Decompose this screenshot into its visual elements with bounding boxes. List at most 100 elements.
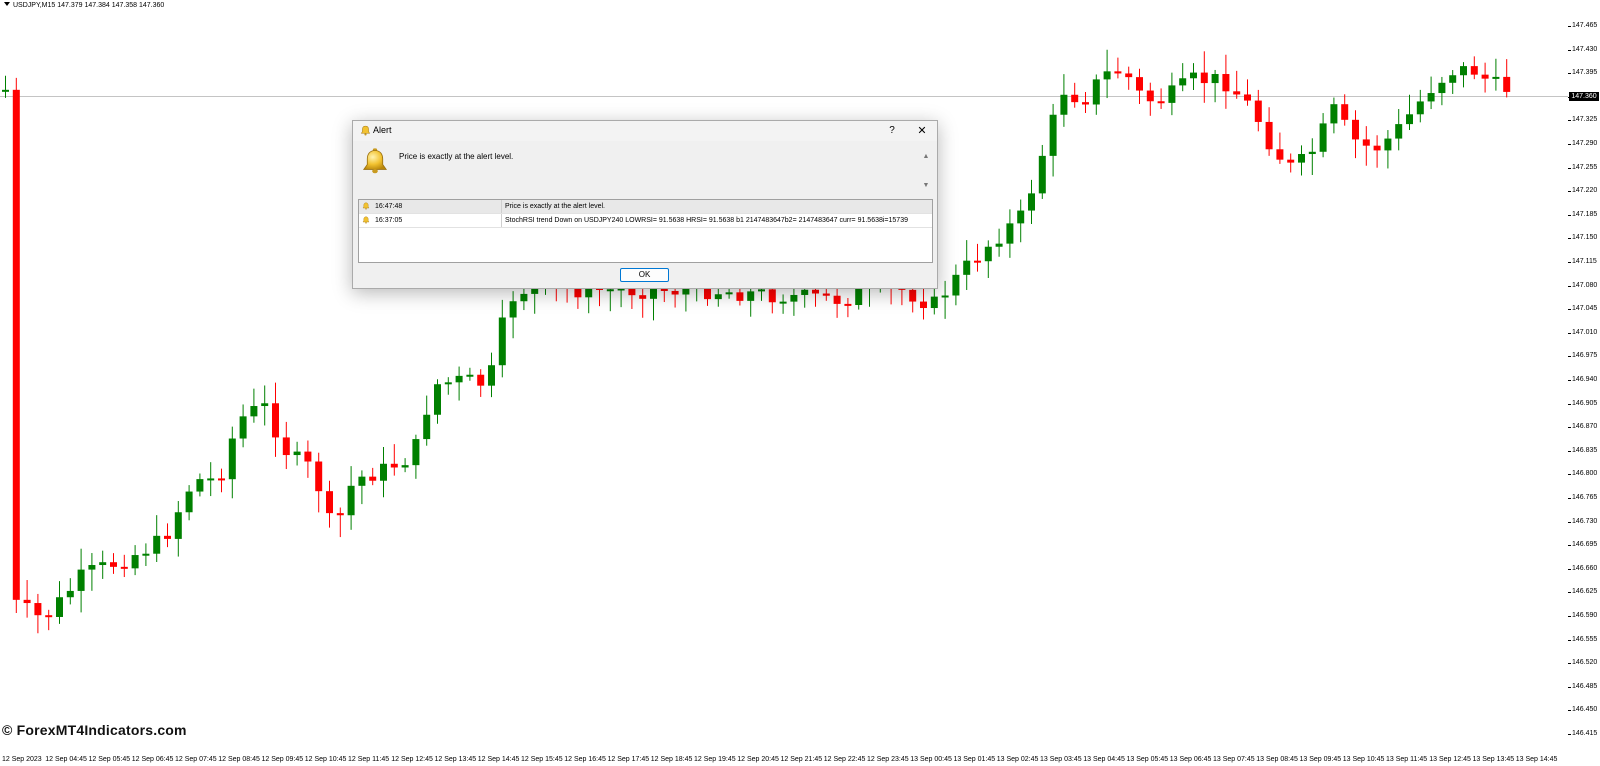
- candle: [261, 385, 269, 426]
- candle: [347, 466, 355, 530]
- candle: [239, 404, 247, 448]
- candle: [282, 421, 290, 470]
- candle: [293, 441, 301, 466]
- alert-dialog[interactable]: Alert ? ✕ Price is exactly at the alert …: [352, 120, 938, 289]
- price-tick-label: 146.870: [1568, 423, 1598, 431]
- candle: [185, 485, 193, 521]
- ok-button[interactable]: OK: [620, 268, 669, 282]
- candle: [1265, 107, 1273, 156]
- time-tick-label: 12 Sep 22:45: [823, 756, 866, 763]
- time-tick-label: 13 Sep 03:45: [1040, 756, 1082, 763]
- price-tick-label: 147.395: [1568, 69, 1598, 77]
- current-price-marker: 147.360: [1569, 91, 1599, 101]
- candle: [336, 507, 344, 538]
- candle: [1384, 130, 1392, 169]
- time-tick-label: 12 Sep 23:45: [867, 756, 909, 763]
- candle: [120, 554, 128, 578]
- time-tick-label: 13 Sep 14:45: [1515, 756, 1558, 763]
- chart-area[interactable]: USDJPY,M15 147.379 147.384 147.358 147.3…: [0, 0, 1568, 754]
- caret-down-icon[interactable]: [4, 2, 10, 6]
- candle: [952, 264, 960, 306]
- triangle-down-icon[interactable]: ▼: [921, 182, 931, 190]
- candle: [99, 550, 107, 579]
- candle: [1049, 103, 1057, 177]
- dialog-title: Alert: [373, 125, 392, 135]
- price-tick-label: 147.150: [1568, 234, 1598, 242]
- candle: [1254, 89, 1262, 132]
- alert-message: Price is exactly at the alert level.: [399, 152, 514, 161]
- candle: [1038, 144, 1046, 199]
- candle: [1330, 97, 1338, 134]
- price-tick-label: 146.730: [1568, 517, 1598, 525]
- watermark: © ForexMT4Indicators.com: [2, 722, 187, 738]
- alert-bell-icon: [362, 148, 388, 174]
- symbol-quote: USDJPY,M15 147.379 147.384 147.358 147.3…: [13, 2, 165, 9]
- candle: [1092, 74, 1100, 115]
- candle: [1470, 56, 1478, 80]
- price-tick-label: 147.255: [1568, 163, 1598, 171]
- candle: [1427, 76, 1435, 110]
- list-item[interactable]: 16:37:05 StochRSI trend Down on USDJPY24…: [359, 214, 932, 228]
- candle: [369, 467, 377, 486]
- candle: [1157, 88, 1165, 109]
- candle: [34, 593, 42, 634]
- price-tick-label: 146.590: [1568, 612, 1598, 619]
- price-tick-label: 147.045: [1568, 305, 1598, 313]
- candle: [1362, 126, 1370, 166]
- help-button[interactable]: ?: [883, 123, 901, 139]
- price-tick-label: 146.450: [1568, 706, 1598, 714]
- price-tick-label: 146.415: [1568, 730, 1598, 737]
- candle: [1179, 63, 1187, 92]
- time-tick-label: 12 Sep 09:45: [261, 756, 304, 763]
- time-tick-label: 13 Sep 11:45: [1386, 756, 1428, 763]
- candle: [1211, 69, 1219, 103]
- candle: [304, 440, 312, 478]
- time-tick-label: 13 Sep 02:45: [996, 756, 1039, 763]
- time-tick-label: 12 Sep 06:45: [131, 756, 174, 763]
- time-tick-label: 12 Sep 07:45: [175, 756, 217, 763]
- candle: [1373, 135, 1381, 168]
- candle: [326, 480, 333, 528]
- bell-icon: [360, 125, 371, 136]
- candle: [779, 294, 787, 314]
- candle: [2, 75, 9, 98]
- candle: [714, 287, 722, 307]
- candle: [1438, 76, 1446, 106]
- candle: [45, 609, 53, 631]
- candle: [455, 366, 463, 401]
- column-divider: [501, 214, 502, 227]
- candle: [844, 298, 852, 318]
- candle: [1125, 66, 1133, 90]
- price-tick-label: 146.625: [1568, 588, 1598, 596]
- candle: [1168, 72, 1176, 116]
- candle: [509, 291, 517, 339]
- price-axis[interactable]: 147.465 147.430 147.395 147.360 147.325 147.2…: [1568, 0, 1600, 766]
- candle: [142, 543, 150, 567]
- candle: [196, 473, 204, 497]
- candle: [358, 470, 366, 505]
- candlestick-chart: [0, 49, 1568, 634]
- candle: [930, 288, 938, 315]
- candle: [1503, 59, 1511, 98]
- candle: [477, 369, 485, 397]
- candle: [77, 548, 85, 613]
- bell-icon: [362, 202, 370, 210]
- time-tick-label: 13 Sep 01:45: [953, 756, 996, 763]
- alert-titlebar[interactable]: Alert ? ✕: [353, 121, 937, 141]
- time-tick-label: 13 Sep 10:45: [1342, 756, 1385, 763]
- candle: [941, 280, 949, 319]
- candle: [995, 228, 1003, 257]
- time-axis[interactable]: 12 Sep 2023 12 Sep 04:45 12 Sep 05:45 12 Se…: [0, 754, 1568, 766]
- price-tick-label: 147.220: [1568, 187, 1598, 195]
- chart-symbol-header: USDJPY,M15 147.379 147.384 147.358 147.3…: [4, 2, 164, 9]
- alert-history-list[interactable]: 16:47:48 Price is exactly at the alert l…: [358, 199, 933, 263]
- list-item[interactable]: 16:47:48 Price is exactly at the alert l…: [359, 200, 932, 214]
- candle: [434, 379, 441, 424]
- time-tick-label: 12 Sep 11:45: [348, 756, 390, 763]
- triangle-up-icon[interactable]: ▲: [921, 153, 931, 161]
- close-button[interactable]: ✕: [911, 123, 933, 139]
- candle: [228, 426, 236, 499]
- time-tick-label: 12 Sep 12:45: [391, 756, 433, 763]
- candle: [1308, 138, 1316, 175]
- candle: [272, 382, 279, 457]
